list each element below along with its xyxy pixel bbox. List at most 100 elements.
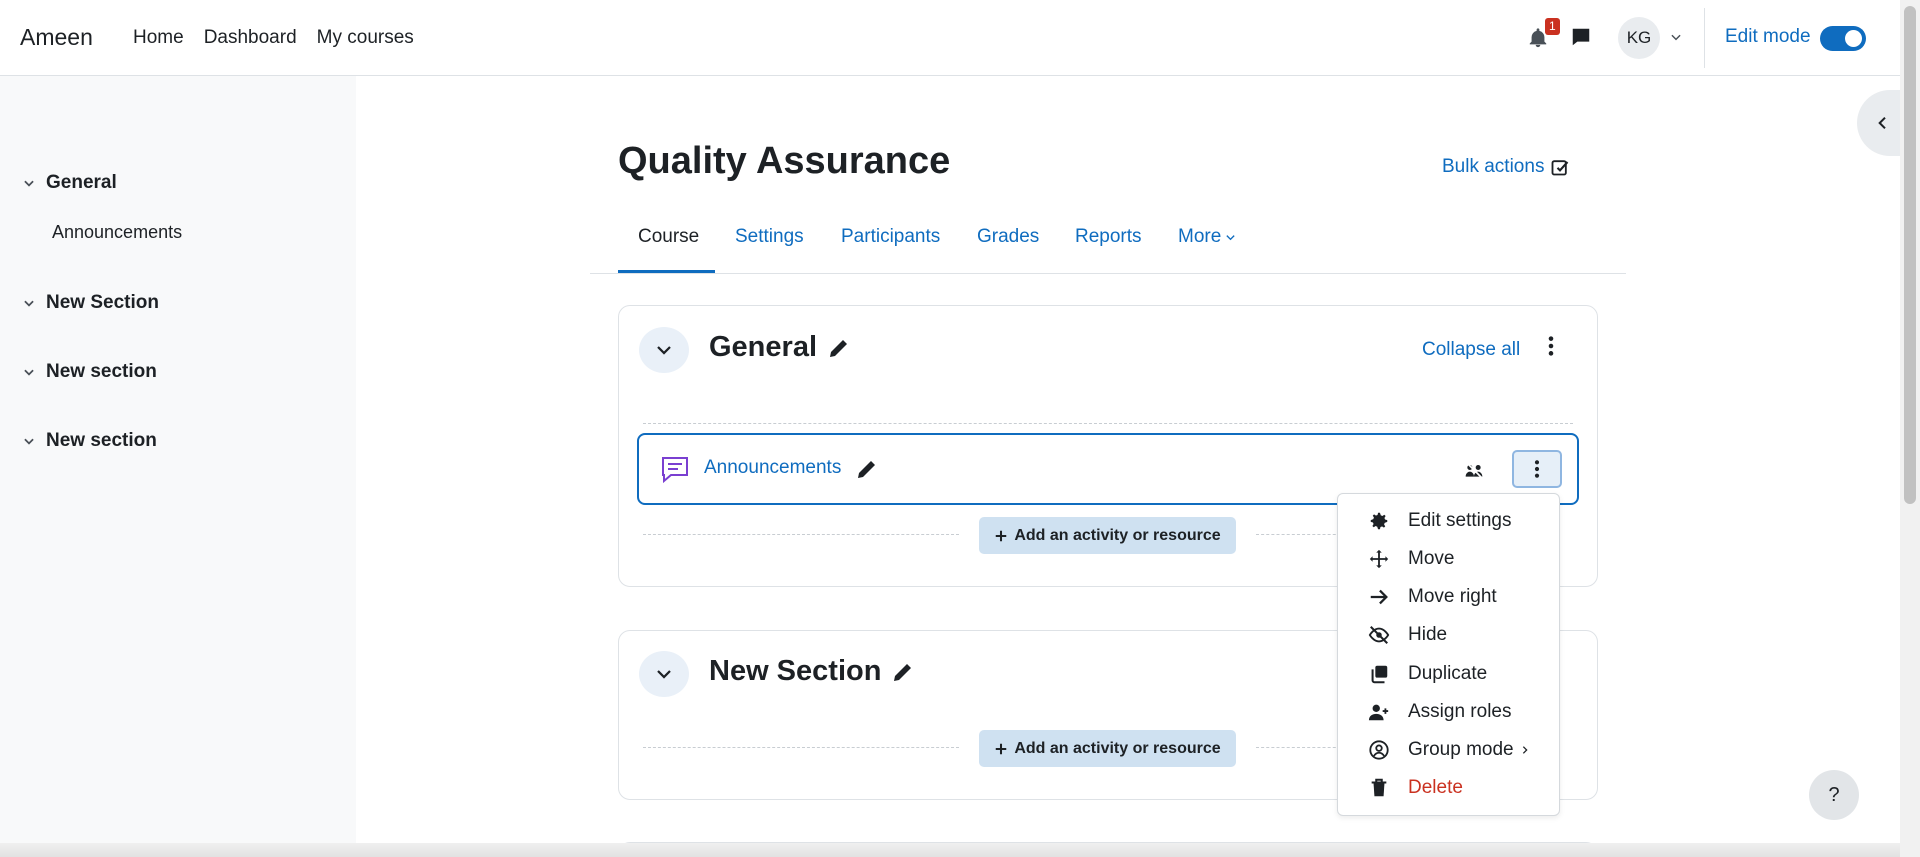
menu-item-assign-roles[interactable]: Assign roles [1368, 701, 1512, 723]
chevron-down-icon[interactable] [22, 296, 36, 310]
section-title-text: New Section [709, 655, 882, 687]
add-divider-left [643, 747, 959, 748]
top-navbar: Ameen Home Dashboard My courses 1 KG Edi… [0, 0, 1900, 76]
menu-item-edit-settings[interactable]: Edit settings [1368, 510, 1512, 532]
menu-item-duplicate[interactable]: Duplicate [1368, 663, 1487, 685]
menu-item-label: Duplicate [1408, 663, 1488, 684]
sidebar-section-general[interactable]: General [22, 172, 117, 194]
nav-home[interactable]: Home [133, 27, 184, 49]
chevron-down-icon[interactable] [22, 365, 36, 379]
plus-icon [996, 743, 1007, 754]
menu-item-label: Move [1408, 548, 1455, 569]
nav-dashboard[interactable]: Dashboard [204, 27, 297, 49]
chevron-right-icon [1522, 746, 1528, 754]
collapse-section-button[interactable] [639, 651, 689, 697]
scrollbar-thumb[interactable] [1904, 6, 1916, 504]
chevron-down-icon[interactable] [22, 176, 36, 190]
collapse-all-link[interactable]: Collapse all [1422, 339, 1520, 361]
menu-item-move[interactable]: Move [1368, 548, 1454, 570]
tab-reports[interactable]: Reports [1075, 226, 1142, 248]
edit-mode-label: Edit mode [1725, 26, 1811, 47]
sidebar-section-new-section-1[interactable]: New Section [22, 292, 159, 314]
section-title-new-section: New Section [709, 655, 915, 688]
forum-icon [662, 457, 688, 484]
kebab-menu-icon[interactable] [1540, 334, 1562, 358]
chevron-down-icon[interactable] [22, 434, 36, 448]
pencil-icon[interactable] [855, 457, 879, 481]
sidebar-section-label: New Section [46, 292, 159, 313]
page-title: Quality Assurance [618, 140, 951, 182]
menu-item-hide[interactable]: Hide [1368, 624, 1447, 646]
menu-item-label: Edit settings [1408, 510, 1512, 531]
sidebar-item-announcements[interactable]: Announcements [52, 222, 182, 243]
edit-mode-toggle[interactable] [1820, 26, 1866, 51]
kebab-menu-icon [1534, 460, 1540, 478]
gear-icon [1370, 512, 1388, 530]
tab-grades[interactable]: Grades [977, 226, 1039, 248]
collapse-section-button[interactable] [639, 327, 689, 373]
add-activity-label: Add an activity or resource [1014, 739, 1221, 757]
site-brand[interactable]: Ameen [20, 24, 93, 51]
menu-item-label: Assign roles [1408, 701, 1512, 722]
menu-item-label: Hide [1408, 624, 1448, 645]
sidebar-section-new-section-3[interactable]: New section [22, 430, 157, 452]
tab-more-label: More [1178, 226, 1222, 247]
eye-slash-icon [1368, 626, 1390, 644]
user-circle-icon [1369, 740, 1389, 760]
arrow-right-icon [1370, 589, 1388, 605]
navbar-divider [1704, 8, 1705, 68]
add-activity-button[interactable]: Add an activity or resource [979, 730, 1236, 767]
section-title-general: General [709, 331, 851, 364]
menu-item-group-mode[interactable]: Group mode [1368, 739, 1530, 761]
nav-my-courses[interactable]: My courses [317, 27, 414, 49]
add-activity-button[interactable]: Add an activity or resource [979, 517, 1236, 554]
tab-more[interactable]: More [1178, 226, 1236, 248]
menu-item-move-right[interactable]: Move right [1368, 586, 1497, 608]
user-plus-icon [1368, 704, 1389, 721]
tab-participants[interactable]: Participants [841, 226, 940, 248]
tab-settings[interactable]: Settings [735, 226, 804, 248]
menu-item-label: Group mode [1408, 739, 1514, 760]
add-divider-right [1256, 534, 1346, 535]
chevron-down-icon [657, 670, 671, 679]
course-index-sidebar: General Announcements New Section New se… [0, 76, 356, 857]
add-divider-right [1256, 747, 1346, 748]
window-bottom-edge [0, 843, 1900, 857]
chevron-down-icon [1226, 234, 1235, 240]
pencil-icon[interactable] [827, 336, 851, 360]
section-divider [643, 423, 1573, 424]
group-mode-icon[interactable] [1464, 460, 1484, 480]
chevron-down-icon[interactable] [1669, 30, 1683, 44]
menu-item-label: Move right [1408, 586, 1497, 607]
sidebar-section-label: New section [46, 361, 157, 382]
chevron-down-icon [657, 346, 671, 355]
section-title-text: General [709, 331, 817, 363]
course-tabs: Course Settings Participants Grades Repo… [590, 218, 1626, 274]
trash-icon [1371, 778, 1387, 797]
active-tab-indicator [618, 270, 715, 273]
help-button[interactable]: ? [1809, 770, 1859, 820]
add-divider-left [643, 534, 959, 535]
sidebar-section-new-section-2[interactable]: New section [22, 361, 157, 383]
add-activity-label: Add an activity or resource [1014, 526, 1221, 544]
copy-icon [1371, 665, 1388, 684]
activity-name[interactable]: Announcements [704, 457, 841, 479]
menu-item-delete[interactable]: Delete [1368, 777, 1463, 799]
sidebar-section-label: General [46, 172, 117, 193]
tab-course[interactable]: Course [638, 226, 699, 248]
plus-icon [996, 530, 1007, 541]
chat-icon[interactable] [1570, 26, 1592, 48]
notification-badge: 1 [1545, 18, 1560, 35]
bulk-actions-label: Bulk actions [1442, 156, 1545, 177]
activity-actions-menu: Edit settings Move Move right Hide Dupli… [1337, 493, 1560, 816]
menu-item-label: Delete [1408, 777, 1463, 798]
sidebar-section-label: New section [46, 430, 157, 451]
user-avatar[interactable]: KG [1618, 17, 1660, 59]
chevron-left-icon [1878, 116, 1886, 130]
pencil-icon[interactable] [891, 660, 915, 684]
move-icon [1369, 549, 1389, 569]
primary-nav: Home Dashboard My courses [133, 27, 414, 49]
bulk-edit-icon [1552, 160, 1569, 176]
activity-actions-button[interactable] [1512, 450, 1562, 488]
bulk-actions-button[interactable]: Bulk actions [1442, 156, 1570, 178]
